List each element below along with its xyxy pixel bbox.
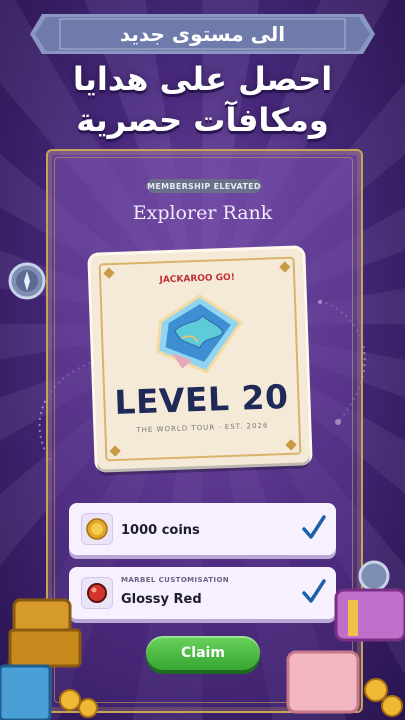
claim-button[interactable]: Claim [146,636,260,670]
level-text: LEVEL 20 [113,376,290,423]
gift-chests-icon [286,560,405,717]
world-map-icon [156,294,243,374]
reward-row: 1000 coins [69,503,336,555]
banner-text: الى مستوى جديد [119,22,286,46]
membership-ribbon: MEMBERSHIP ELEVATED [145,179,263,193]
headline-line-1: احصل على هدايا [72,60,333,98]
reward-label: 1000 coins [121,523,200,538]
coin-icon [86,518,108,540]
rank-title: Explorer Rank [132,202,273,224]
level-up-banner: الى مستوى جديد [30,14,375,54]
headline-line-2: ومكافآت حصرية [76,101,329,139]
treasure-pile-icon [0,598,98,720]
checkmark-icon [302,515,326,539]
reward-category: MARBEL CUSTOMISATION [121,576,230,584]
reward-icon-box [81,513,113,545]
reward-label: Glossy Red [121,592,202,607]
level-card: JACKAROO GO! LEVEL 20 THE WORLD TOUR · E… [90,248,310,470]
